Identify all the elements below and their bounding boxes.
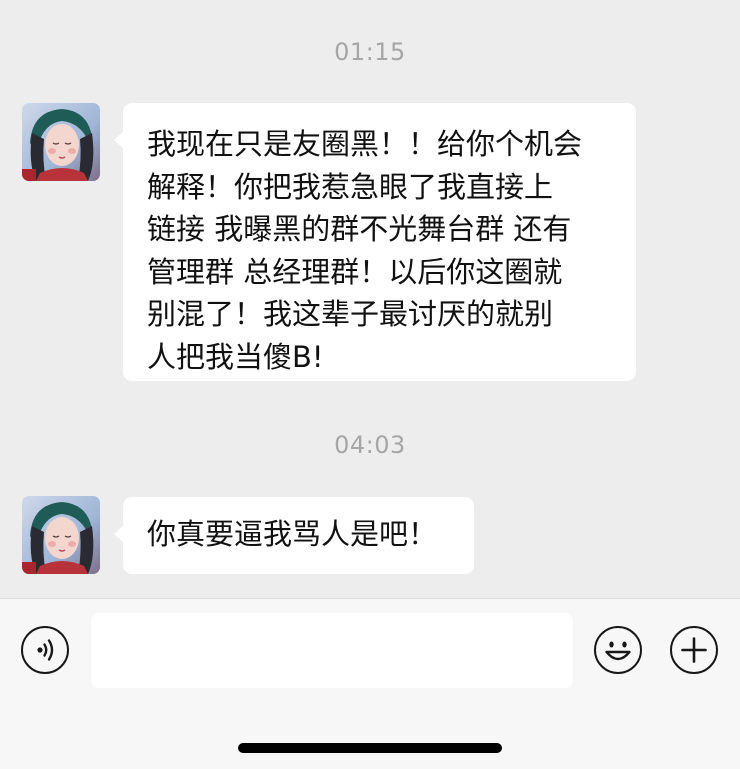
message-line: 人把我当傻B! [147, 339, 324, 374]
plus-icon [681, 637, 707, 663]
message-line: 我现在只是友圈黑！！给你个机会 [147, 127, 583, 161]
contact-avatar[interactable] [22, 103, 100, 181]
voice-input-button[interactable] [21, 626, 69, 674]
input-toolbar [0, 598, 740, 769]
avatar-image [22, 103, 100, 181]
more-options-button[interactable] [670, 626, 718, 674]
message-bubble[interactable]: 你真要逼我骂人是吧！ [114, 497, 474, 574]
home-indicator[interactable] [238, 743, 502, 753]
avatar-image [22, 496, 100, 574]
message-bubble[interactable]: 我现在只是友圈黑！！给你个机会 解释！你把我惹急眼了我直接上 链接 我曝黑的群不… [114, 103, 636, 381]
message-line: 解释！你把我惹急眼了我直接上 [147, 169, 554, 204]
message-input[interactable] [91, 613, 573, 688]
emoji-icon [605, 641, 631, 661]
message-line: 链接 我曝黑的群不光舞台群 还有 [147, 212, 572, 246]
chat-area[interactable]: 01:15 我现在只是友圈黑！！给你个机会 解释！你把我惹急眼了我直接上 链接 … [0, 0, 740, 598]
emoji-button[interactable] [594, 626, 642, 674]
message-line: 管理群 总经理群！以后你这圈就 [147, 254, 563, 289]
message-line: 你真要逼我骂人是吧！ [147, 517, 438, 551]
message-line: 别混了！我这辈子最讨厌的就别 [147, 297, 554, 331]
contact-avatar[interactable] [22, 496, 100, 574]
voice-input-icon [37, 639, 54, 661]
message-timestamp: 04:03 [334, 431, 406, 459]
message-timestamp: 01:15 [334, 38, 406, 66]
